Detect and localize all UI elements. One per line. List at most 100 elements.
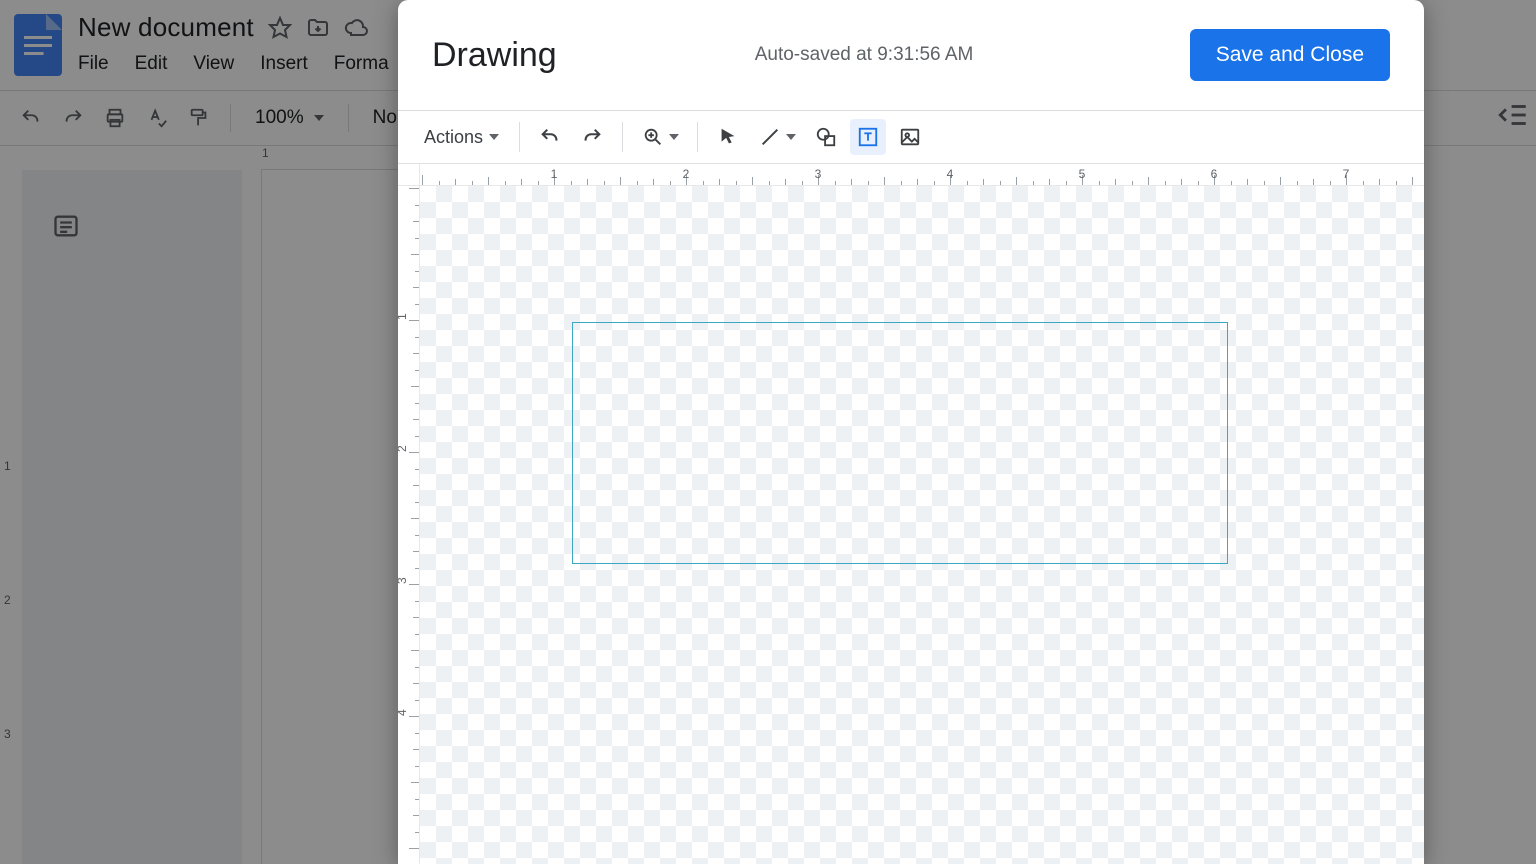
ruler-tick bbox=[1231, 181, 1232, 185]
text-box-tool-button[interactable] bbox=[850, 119, 886, 155]
actions-menu-button[interactable]: Actions bbox=[416, 123, 507, 152]
ruler-tick bbox=[620, 177, 621, 185]
ruler-tick bbox=[415, 337, 419, 338]
drawing-canvas[interactable] bbox=[420, 186, 1424, 864]
ruler-tick bbox=[409, 320, 419, 321]
ruler-tick bbox=[409, 188, 419, 189]
ruler-tick bbox=[587, 179, 588, 185]
ruler-label: 1 bbox=[398, 313, 409, 320]
ruler-tick bbox=[637, 181, 638, 185]
ruler-tick bbox=[901, 181, 902, 185]
zoom-dropdown[interactable]: 100% bbox=[245, 107, 334, 129]
ruler-label: 3 bbox=[815, 167, 822, 181]
ruler-tick bbox=[884, 177, 885, 185]
star-icon[interactable] bbox=[268, 16, 292, 40]
ruler-tick bbox=[413, 419, 419, 420]
zoom-icon bbox=[635, 119, 671, 155]
ruler-tick bbox=[415, 601, 419, 602]
ruler-tick bbox=[1264, 181, 1265, 185]
ruler-tick bbox=[413, 353, 419, 354]
ruler-tick bbox=[1379, 179, 1380, 185]
cloud-status-icon[interactable] bbox=[344, 16, 368, 40]
paint-format-button[interactable] bbox=[182, 101, 216, 135]
undo-button[interactable] bbox=[532, 119, 568, 155]
ruler-tick bbox=[411, 254, 419, 255]
ruler-tick bbox=[505, 181, 506, 185]
redo-button[interactable] bbox=[574, 119, 610, 155]
ruler-tick bbox=[769, 181, 770, 185]
ruler-tick bbox=[604, 181, 605, 185]
ruler-tick bbox=[439, 181, 440, 185]
decrease-indent-button[interactable] bbox=[1496, 98, 1530, 132]
ruler-tick bbox=[472, 181, 473, 185]
print-button[interactable] bbox=[98, 101, 132, 135]
ruler-tick bbox=[736, 181, 737, 185]
ruler-tick bbox=[934, 181, 935, 185]
ruler-tick bbox=[1330, 181, 1331, 185]
ruler-label: 3 bbox=[398, 577, 409, 584]
docs-vertical-ruler[interactable]: 123 bbox=[0, 170, 22, 864]
ruler-tick bbox=[785, 179, 786, 185]
ruler-tick bbox=[413, 749, 419, 750]
ruler-label: 7 bbox=[1343, 167, 1350, 181]
ruler-tick bbox=[415, 469, 419, 470]
ruler-tick bbox=[413, 551, 419, 552]
ruler-mark: 1 bbox=[262, 146, 269, 160]
ruler-tick bbox=[571, 181, 572, 185]
ruler-tick bbox=[409, 452, 419, 453]
ruler-tick bbox=[413, 683, 419, 684]
ruler-tick bbox=[1412, 177, 1413, 185]
ruler-tick bbox=[411, 650, 419, 651]
text-box-shape[interactable] bbox=[572, 322, 1228, 564]
document-title[interactable]: New document bbox=[78, 12, 254, 43]
autosave-status: Auto-saved at 9:31:56 AM bbox=[755, 44, 1162, 66]
save-and-close-button[interactable]: Save and Close bbox=[1190, 29, 1390, 81]
undo-button[interactable] bbox=[14, 101, 48, 135]
ruler-tick bbox=[415, 568, 419, 569]
ruler-tick bbox=[1066, 181, 1067, 185]
ruler-tick bbox=[415, 634, 419, 635]
menu-view[interactable]: View bbox=[193, 53, 234, 75]
move-to-folder-icon[interactable] bbox=[306, 16, 330, 40]
select-tool-button[interactable] bbox=[710, 119, 746, 155]
drawing-dialog-header: Drawing Auto-saved at 9:31:56 AM Save an… bbox=[398, 0, 1424, 110]
ruler-tick bbox=[868, 181, 869, 185]
ruler-tick bbox=[455, 179, 456, 185]
ruler-tick bbox=[415, 403, 419, 404]
ruler-tick bbox=[413, 815, 419, 816]
ruler-tick bbox=[415, 370, 419, 371]
docs-left-strip bbox=[22, 170, 242, 864]
spellcheck-button[interactable] bbox=[140, 101, 174, 135]
document-outline-icon[interactable] bbox=[46, 206, 86, 246]
ruler-tick bbox=[917, 179, 918, 185]
menu-file[interactable]: File bbox=[78, 53, 109, 75]
menu-insert[interactable]: Insert bbox=[260, 53, 308, 75]
ruler-tick bbox=[415, 700, 419, 701]
chevron-down-icon bbox=[786, 134, 796, 140]
image-tool-button[interactable] bbox=[892, 119, 928, 155]
ruler-label: 2 bbox=[683, 167, 690, 181]
ruler-tick bbox=[1198, 181, 1199, 185]
ruler-tick bbox=[415, 535, 419, 536]
ruler-tick bbox=[488, 177, 489, 185]
drawing-dialog: Drawing Auto-saved at 9:31:56 AM Save an… bbox=[398, 0, 1424, 864]
redo-button[interactable] bbox=[56, 101, 90, 135]
shape-tool-button[interactable] bbox=[808, 119, 844, 155]
ruler-tick bbox=[409, 848, 419, 849]
menu-edit[interactable]: Edit bbox=[135, 53, 168, 75]
ruler-label: 1 bbox=[551, 167, 558, 181]
ruler-tick bbox=[538, 181, 539, 185]
ruler-tick bbox=[983, 179, 984, 185]
drawing-horizontal-ruler[interactable]: 1234567 bbox=[420, 164, 1424, 186]
ruler-tick bbox=[1363, 181, 1364, 185]
drawing-vertical-ruler[interactable]: 1234 bbox=[398, 186, 420, 864]
line-tool-dropdown[interactable] bbox=[752, 119, 802, 155]
ruler-tick bbox=[415, 502, 419, 503]
ruler-label: 5 bbox=[1079, 167, 1086, 181]
menu-forma[interactable]: Forma bbox=[334, 53, 389, 75]
ruler-tick bbox=[1297, 181, 1298, 185]
chevron-down-icon bbox=[669, 134, 679, 140]
line-icon bbox=[752, 119, 788, 155]
zoom-tool-dropdown[interactable] bbox=[635, 119, 685, 155]
ruler-tick bbox=[415, 436, 419, 437]
